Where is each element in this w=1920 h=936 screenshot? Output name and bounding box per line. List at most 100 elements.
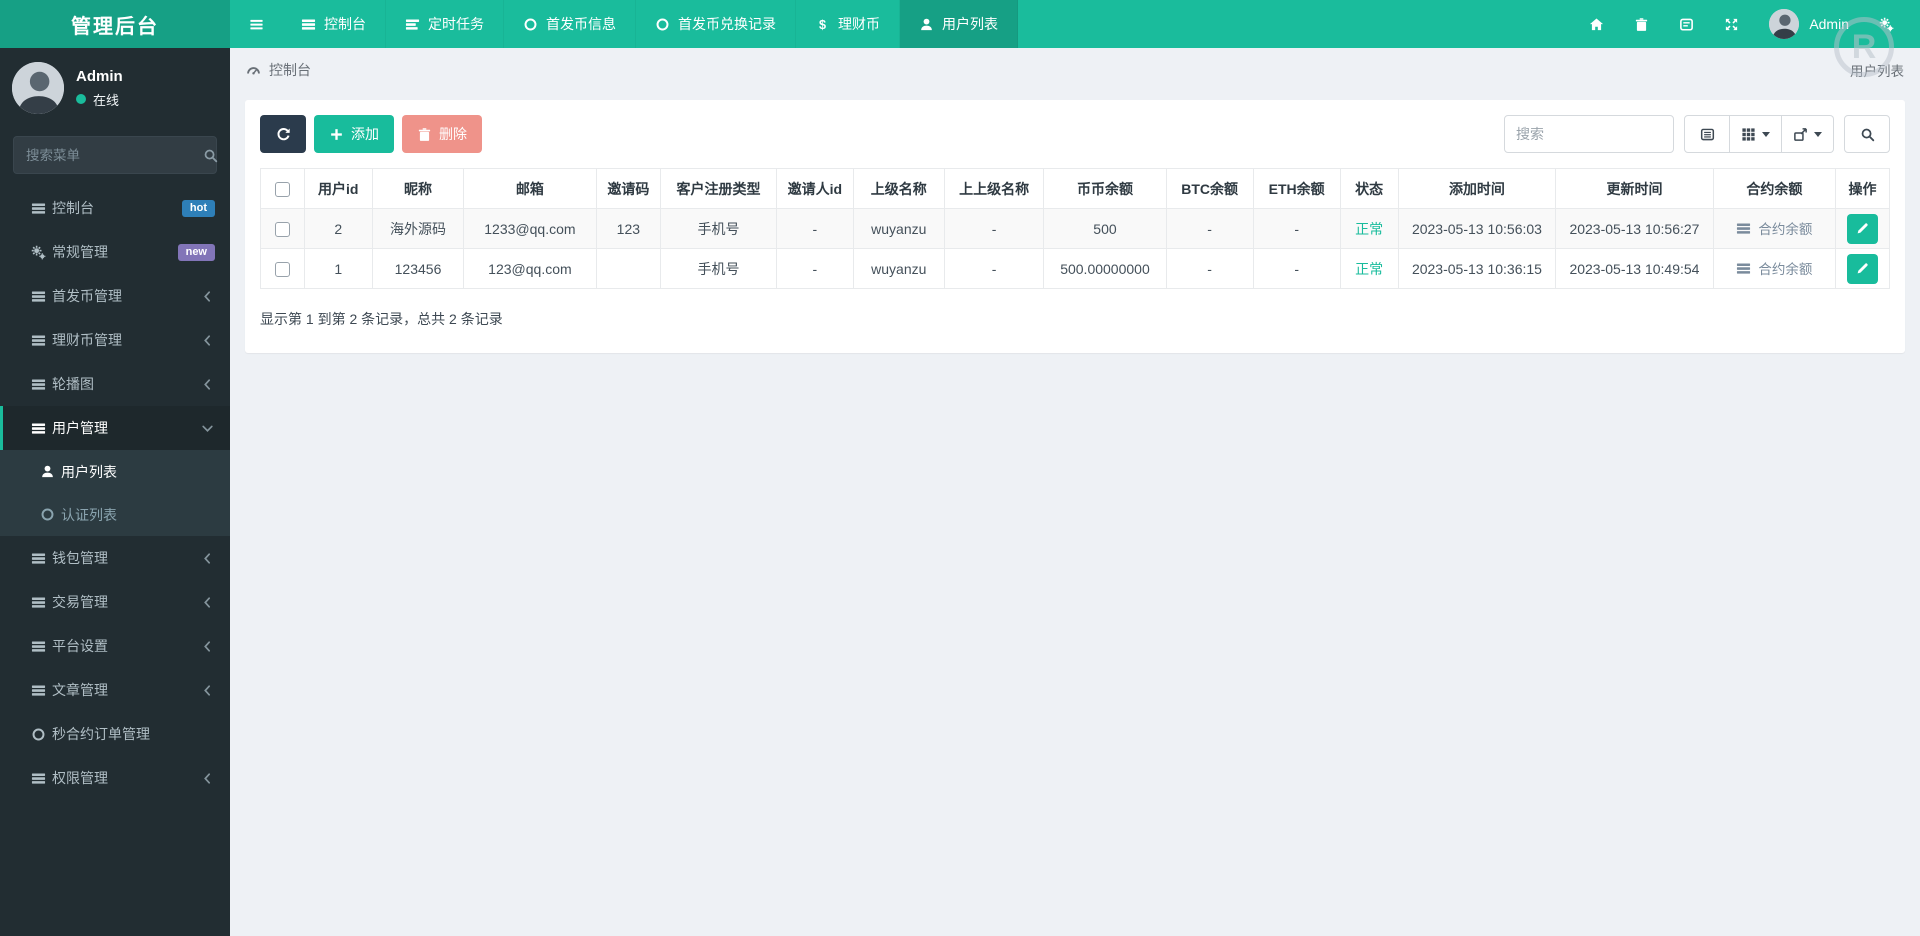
sidebar-item-carousel[interactable]: 轮播图 xyxy=(0,362,230,406)
username-label: Admin xyxy=(1809,16,1849,32)
pencil-icon xyxy=(1855,261,1870,276)
sidebar-search-input[interactable] xyxy=(26,147,203,163)
grid-icon xyxy=(1741,127,1756,142)
select-all-checkbox[interactable] xyxy=(274,181,290,197)
sidebar-item-label: 常规管理 xyxy=(52,244,108,260)
table-header-row: 用户id 昵称 邮箱 邀请码 客户注册类型 邀请人id 上级名称 上上级名称 币币余额 BTC余额… xyxy=(260,168,1891,209)
columns-button[interactable] xyxy=(1730,115,1782,153)
home-icon[interactable] xyxy=(1589,17,1604,32)
nav-tab-ico-info[interactable]: 首发币信息 xyxy=(504,0,636,48)
sidebar-item-wallet-management[interactable]: 钱包管理 xyxy=(0,536,230,580)
list-icon xyxy=(301,17,316,32)
sidebar-item-ico-management[interactable]: 首发币管理 xyxy=(0,274,230,318)
sidebar-item-label: 首发币管理 xyxy=(52,288,122,304)
pencil-icon xyxy=(1855,221,1870,236)
cell-inviter-id: - xyxy=(776,248,854,289)
export-button[interactable] xyxy=(1782,115,1834,153)
nav-tab-label: 控制台 xyxy=(324,16,366,32)
nav-tab-dashboard[interactable]: 控制台 xyxy=(282,0,386,48)
search-button[interactable] xyxy=(1844,115,1890,153)
row-checkbox[interactable] xyxy=(274,221,290,237)
user-icon xyxy=(34,464,61,479)
pagination-summary: 显示第 1 到第 2 条记录，总共 2 条记录 xyxy=(260,311,503,327)
avatar xyxy=(12,62,64,114)
add-button[interactable]: 添加 xyxy=(314,115,394,153)
sidebar-item-user-management[interactable]: 用户管理 xyxy=(0,406,230,450)
column-header: 状态 xyxy=(1339,168,1399,209)
view-button-group xyxy=(1684,115,1834,153)
list-icon xyxy=(25,421,52,436)
list-alt-icon xyxy=(1700,127,1715,142)
sidebar-item-label: 秒合约订单管理 xyxy=(52,726,150,742)
column-header: 昵称 xyxy=(371,168,465,209)
delete-button[interactable]: 删除 xyxy=(402,115,482,153)
sidebar-item-seconds-contract-orders[interactable]: 秒合约订单管理 xyxy=(0,712,230,756)
sidebar-toggle-button[interactable] xyxy=(230,0,282,48)
cache-icon[interactable] xyxy=(1679,17,1694,32)
column-header: 上级名称 xyxy=(852,168,945,209)
table-row: 1 123456 123@qq.com 手机号 - wuyanzu -500.0000000… xyxy=(260,248,1891,289)
cell-grandparent-name: - xyxy=(943,208,1045,249)
edit-button[interactable] xyxy=(1846,253,1878,284)
user-table: 用户id 昵称 邮箱 邀请码 客户注册类型 邀请人id 上级名称 上上级名称 币币余额 BTC余额… xyxy=(260,168,1891,289)
sidebar-item-permission-management[interactable]: 权限管理 xyxy=(0,756,230,800)
nav-tab-user-list[interactable]: 用户列表 xyxy=(900,0,1018,48)
cogs-icon[interactable] xyxy=(1879,17,1894,32)
cell-user-id: 2 xyxy=(303,208,373,249)
breadcrumb[interactable]: 控制台 xyxy=(246,60,311,80)
table-search-input[interactable] xyxy=(1504,115,1674,153)
column-header: 邀请码 xyxy=(595,168,661,209)
hamburger-icon xyxy=(249,17,264,32)
cell-parent-name: wuyanzu xyxy=(852,208,945,249)
sidebar-item-auth-list[interactable]: 认证列表 xyxy=(0,493,230,536)
row-checkbox[interactable] xyxy=(274,261,290,277)
list-icon xyxy=(25,333,52,348)
tasks-icon xyxy=(405,17,420,32)
sidebar-item-label: 用户管理 xyxy=(52,420,108,436)
sidebar-item-label: 理财币管理 xyxy=(52,332,122,348)
cell-updated-time: 2023-05-13 10:56:27 xyxy=(1555,208,1714,249)
detail-view-button[interactable] xyxy=(1684,115,1730,153)
nav-tab-wealth-coin[interactable]: $ 理财币 xyxy=(796,0,900,48)
column-header: 币币余额 xyxy=(1043,168,1167,209)
contract-balance-link[interactable]: 合约余额 xyxy=(1736,218,1812,238)
circle-icon xyxy=(655,17,670,32)
column-header: 操作 xyxy=(1834,168,1891,209)
cell-created-time: 2023-05-13 10:56:03 xyxy=(1397,208,1557,249)
nav-tab-ico-exchange-records[interactable]: 首发币兑换记录 xyxy=(636,0,796,48)
nav-tab-scheduled-tasks[interactable]: 定时任务 xyxy=(386,0,504,48)
cell-register-type: 手机号 xyxy=(659,208,778,249)
refresh-button[interactable] xyxy=(260,115,306,153)
main-content: 控制台 用户列表 添加 删除 用户id昵称邮箱邀请码客户注册类型邀请人id上级名… xyxy=(230,48,1920,936)
navbar-right: Admin xyxy=(1589,0,1920,48)
sidebar-item-platform-settings[interactable]: 平台设置 xyxy=(0,624,230,668)
chevron-left-icon xyxy=(200,771,215,786)
sidebar-item-user-list[interactable]: 用户列表 xyxy=(0,450,230,493)
sidebar-item-trade-management[interactable]: 交易管理 xyxy=(0,580,230,624)
search-icon[interactable] xyxy=(203,148,218,163)
cell-register-type: 手机号 xyxy=(659,248,778,289)
list-icon xyxy=(25,595,52,610)
sidebar-item-general-management[interactable]: 常规管理 new xyxy=(0,230,230,274)
contract-balance-link[interactable]: 合约余额 xyxy=(1736,258,1812,278)
edit-button[interactable] xyxy=(1846,213,1878,244)
user-menu[interactable]: Admin xyxy=(1769,9,1849,39)
sidebar-item-dashboard[interactable]: 控制台 hot xyxy=(0,186,230,230)
table-toolbar: 添加 删除 xyxy=(260,115,1890,153)
cell-inviter-id: - xyxy=(776,208,854,249)
sidebar-item-article-management[interactable]: 文章管理 xyxy=(0,668,230,712)
refresh-icon xyxy=(276,127,291,142)
sidebar-item-label: 文章管理 xyxy=(52,682,108,698)
dashboard-icon xyxy=(246,63,261,78)
avatar xyxy=(1769,9,1800,39)
cell-eth-balance: - xyxy=(1252,248,1341,289)
fullscreen-icon[interactable] xyxy=(1724,17,1739,32)
trash-icon[interactable] xyxy=(1634,17,1649,32)
cell-contract-balance: 合约余额 xyxy=(1712,208,1836,249)
column-header: 添加时间 xyxy=(1397,168,1557,209)
sidebar-item-label: 钱包管理 xyxy=(52,550,108,566)
sidebar-item-wealth-coin-management[interactable]: 理财币管理 xyxy=(0,318,230,362)
cell-eth-balance: - xyxy=(1252,208,1341,249)
sidebar-item-label: 控制台 xyxy=(52,200,94,216)
chevron-left-icon xyxy=(200,333,215,348)
